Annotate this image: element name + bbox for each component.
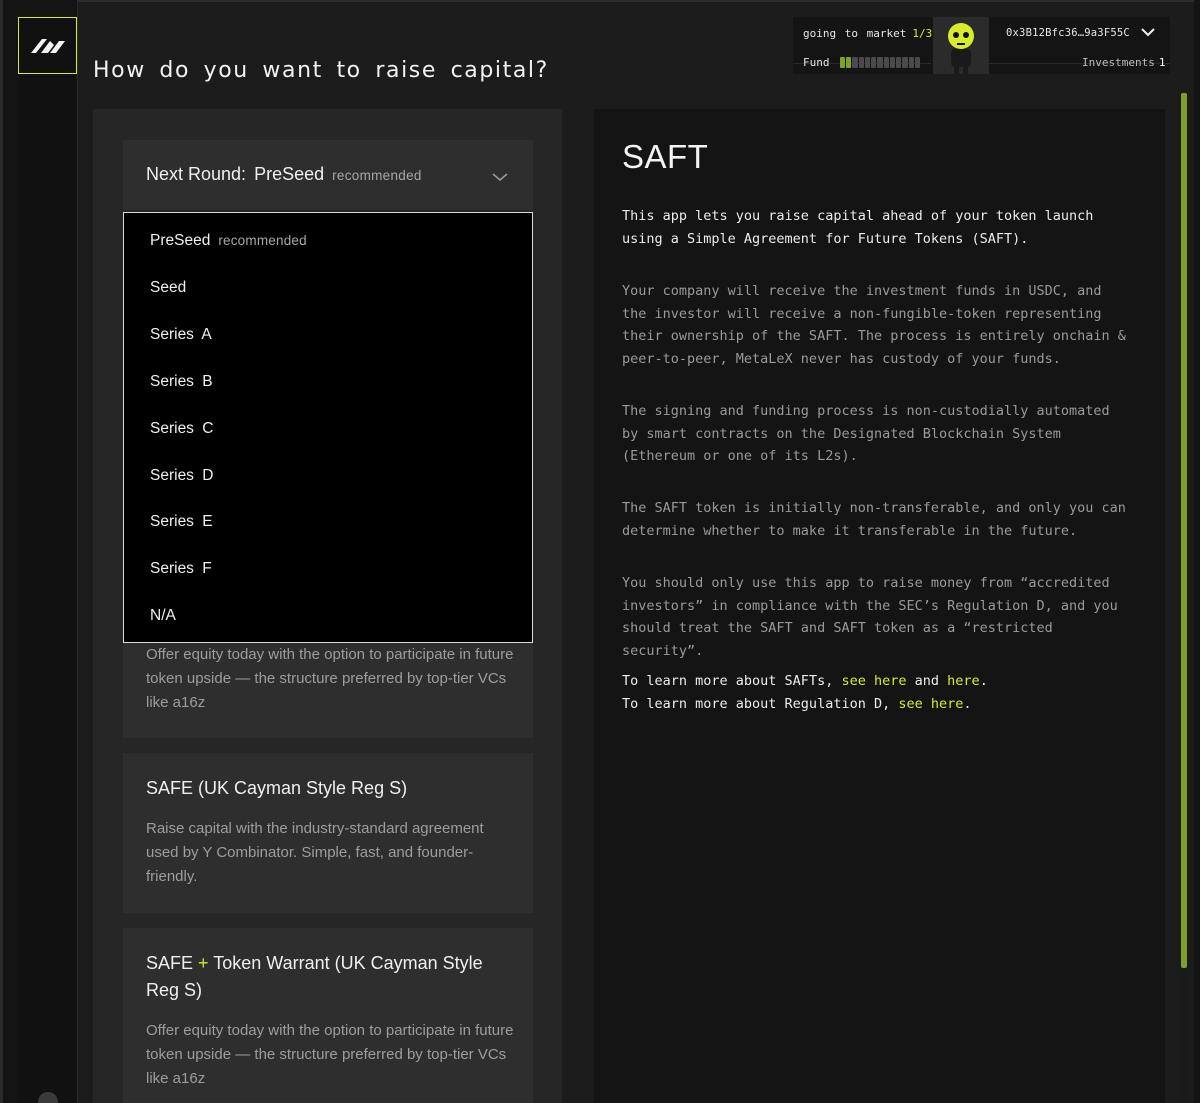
recommended-badge: recommended — [218, 233, 307, 248]
sidebar-nav — [18, 73, 77, 1103]
progress-count: 1/3 — [912, 27, 933, 40]
fund-bar-segment — [852, 57, 858, 68]
option-card-equity-token[interactable]: Offer equity today with the option to pa… — [123, 643, 533, 738]
dropdown-option[interactable]: N/A — [150, 607, 176, 625]
info-paragraph: This app lets you raise capital ahead of… — [622, 208, 1094, 247]
dropdown-option[interactable]: Series D — [150, 467, 213, 485]
next-round-value: PreSeed — [254, 164, 325, 184]
round-dropdown-menu: PreSeed recommended Seed Series A Series B Se… — [123, 212, 533, 643]
recommended-badge: recommended — [332, 168, 422, 183]
dropdown-option[interactable]: Seed — [150, 279, 186, 297]
learn-more-text: To learn more about SAFTs, — [622, 673, 834, 689]
investments-label: Investments — [1082, 56, 1155, 69]
info-paragraph: The signing and funding process is non-c… — [622, 403, 1110, 464]
account-header: going to market 1/3 Fund 0x3B12Bfc36…9a3F… — [793, 17, 1170, 74]
fund-progress-bar — [840, 57, 921, 68]
fund-bar-segment — [877, 57, 883, 68]
period: . — [979, 673, 988, 689]
fund-bar-segment — [902, 57, 908, 68]
fund-bar-segment — [871, 57, 877, 68]
scrollbar-thumb[interactable] — [1181, 93, 1187, 968]
dropdown-option[interactable]: PreSeed recommended — [150, 232, 307, 250]
next-round-label-group: Next Round: PreSeed recommended — [146, 164, 422, 185]
info-paragraph: Your company will receive the investment… — [622, 283, 1126, 367]
learn-more-text: To learn more about Regulation D, — [622, 696, 891, 712]
regd-link-see[interactable]: see — [898, 696, 922, 712]
learn-more-safts: To learn more about SAFTs, see here and … — [622, 670, 1134, 693]
dropdown-option-label: PreSeed — [150, 232, 211, 249]
dropdown-option-label: Series D — [150, 467, 214, 484]
dropdown-option[interactable]: Series C — [150, 420, 213, 438]
investments-counter[interactable]: Investments 1 — [1082, 56, 1165, 69]
progress-label: going to market — [803, 27, 907, 40]
dropdown-option[interactable]: Series A — [150, 326, 212, 344]
fund-bar-segment — [840, 57, 846, 68]
window-right-edge — [1194, 0, 1200, 1103]
avatar[interactable] — [933, 17, 989, 74]
info-paragraph: You should only use this app to raise mo… — [622, 575, 1118, 659]
progress-indicator: going to market 1/3 — [803, 27, 932, 40]
learn-more-text: and — [914, 673, 940, 689]
card-description: Offer equity today with the option to pa… — [146, 1022, 514, 1087]
option-card-safe[interactable]: SAFE (UK Cayman Style Reg S) Raise capit… — [123, 753, 533, 913]
card-description: Offer equity today with the option to pa… — [146, 646, 514, 711]
fund-bar-segment — [864, 57, 871, 68]
dropdown-option-label: N/A — [150, 607, 176, 624]
info-title: SAFT — [622, 138, 709, 175]
fund-label: Fund — [803, 56, 830, 69]
chevron-down-icon[interactable] — [1139, 25, 1157, 39]
fund-bar-segment — [883, 57, 889, 68]
dropdown-option-label: Seed — [150, 279, 187, 296]
window-top-edge — [0, 0, 1200, 2]
next-round-select[interactable]: Next Round: PreSeed recommended — [123, 140, 533, 210]
page-title: How do you want to raise capital? — [93, 58, 549, 83]
investments-count: 1 — [1158, 56, 1166, 69]
fund-bar-segment — [858, 57, 864, 68]
learn-more-regd: To learn more about Regulation D, see he… — [622, 693, 1134, 716]
fund-bar-segment — [889, 57, 896, 68]
regd-link-here[interactable]: here — [931, 696, 964, 712]
dropdown-option[interactable]: Series F — [150, 560, 212, 578]
plus-icon: + — [198, 953, 209, 973]
card-title: SAFE (UK Cayman Style Reg S) — [146, 778, 408, 798]
dropdown-option-label: Series B — [150, 373, 213, 390]
metalex-logo-icon[interactable] — [18, 17, 77, 74]
card-title-part: Token Warrant (UK Cayman Style Reg S) — [146, 953, 483, 1000]
saft-link-see-here[interactable]: see here — [841, 673, 906, 689]
dropdown-option-label: Series C — [150, 420, 214, 437]
card-description: Raise capital with the industry-standard… — [146, 820, 484, 885]
period: . — [963, 696, 972, 712]
info-paragraph: The SAFT token is initially non-transfer… — [622, 500, 1126, 539]
dropdown-option[interactable]: Series E — [150, 513, 213, 531]
fund-bar-segment — [846, 57, 852, 68]
fund-bar-segment — [908, 57, 914, 68]
window-left-edge — [0, 0, 3, 1103]
dropdown-option[interactable]: Series B — [150, 373, 213, 391]
fund-bar-segment — [914, 57, 921, 68]
chevron-down-icon[interactable] — [491, 171, 509, 183]
saft-link-here[interactable]: here — [947, 673, 980, 689]
next-round-label: Next Round: — [146, 164, 247, 184]
info-panel: SAFT This app lets you raise capital ahe… — [594, 109, 1165, 1103]
card-title-part: SAFE — [146, 953, 194, 973]
fund-bar-segment — [896, 57, 902, 68]
dropdown-option-label: Series F — [150, 560, 212, 577]
card-title: SAFE + Token Warrant (UK Cayman Style Re… — [146, 950, 516, 1004]
wallet-address[interactable]: 0x3B12Bfc36…9a3F55C — [1006, 27, 1130, 39]
dropdown-option-label: Series A — [150, 326, 212, 343]
dropdown-option-label: Series E — [150, 513, 213, 530]
option-card-safe-token-warrant[interactable]: SAFE + Token Warrant (UK Cayman Style Re… — [123, 928, 533, 1103]
